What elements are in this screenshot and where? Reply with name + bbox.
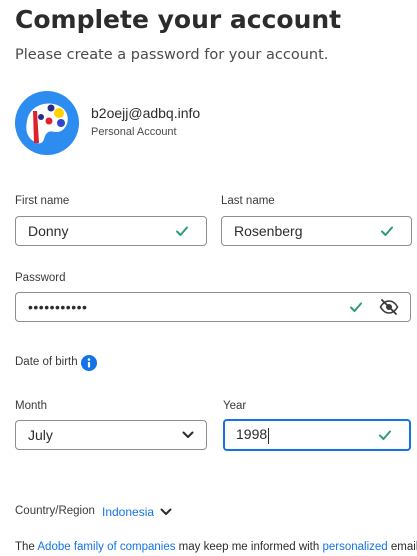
country-picker[interactable]: Indonesia [102, 505, 154, 519]
year-value: 1998 [236, 426, 270, 444]
chevron-down-icon [182, 431, 194, 438]
month-label: Month [15, 400, 47, 412]
eye-slash-icon[interactable] [379, 299, 399, 315]
personalized-link[interactable]: personalized [322, 541, 387, 553]
marketing-consent-text: The Adobe family of companies may keep m… [15, 541, 417, 553]
last-name-label: Last name [221, 195, 275, 207]
account-email: b2oejj@adbq.info [91, 105, 201, 121]
page-title: Complete your account [15, 5, 342, 34]
chevron-down-icon[interactable] [160, 507, 172, 517]
password-value: ••••••••••• [28, 299, 88, 315]
first-name-value: Donny [28, 223, 69, 239]
info-icon[interactable] [81, 355, 97, 371]
checkmark-icon [350, 302, 362, 312]
password-label: Password [15, 272, 66, 284]
year-label: Year [223, 400, 247, 412]
password-field[interactable]: ••••••••••• [15, 292, 411, 322]
last-name-field[interactable]: Rosenberg [221, 216, 412, 246]
account-type: Personal Account [91, 126, 177, 138]
year-input[interactable]: 1998 [223, 419, 411, 451]
checkmark-icon [379, 430, 391, 440]
last-name-value: Rosenberg [234, 223, 303, 239]
month-value: July [28, 427, 53, 443]
first-name-label: First name [15, 195, 70, 207]
country-label: Country/Region [15, 505, 95, 517]
checkmark-icon [176, 226, 188, 236]
checkmark-icon [381, 226, 393, 236]
page-subtitle: Please create a password for your accoun… [15, 47, 329, 63]
dob-label: Date of birth [15, 356, 78, 368]
palette-avatar-icon [15, 91, 79, 155]
first-name-field[interactable]: Donny [15, 216, 207, 246]
adobe-family-link[interactable]: Adobe family of companies [37, 541, 175, 553]
month-select[interactable]: July [15, 420, 207, 450]
